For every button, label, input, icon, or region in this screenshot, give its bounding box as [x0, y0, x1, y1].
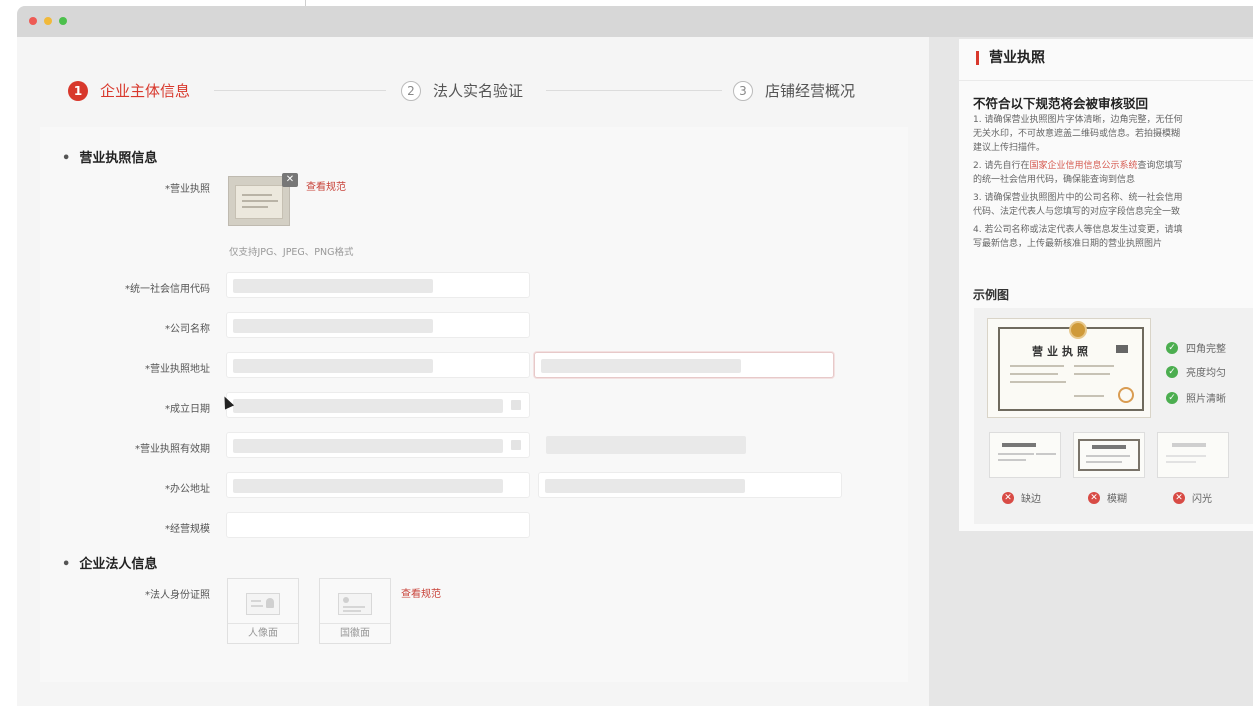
company-name-label: *公司名称: [165, 324, 210, 335]
example-title: 示例图: [973, 288, 1010, 302]
license-validity-end-picker[interactable]: [546, 436, 746, 454]
rule-line: 4. 若公司名称或法定代表人等信息发生过变更，请填: [973, 225, 1183, 235]
step-2[interactable]: 2 法人实名验证: [401, 80, 523, 101]
format-hint: 仅支持JPG、JPEG、PNG格式: [229, 247, 354, 258]
step-1-label: 企业主体信息: [100, 82, 191, 100]
id-portrait-icon: [246, 593, 280, 615]
check-even-brightness: ✓ 亮度均匀: [1166, 364, 1226, 379]
office-address-detail-input[interactable]: [538, 472, 842, 498]
license-view-spec-link[interactable]: 查看规范: [306, 178, 346, 193]
id-front-caption: 人像面: [228, 623, 298, 643]
bad-glare: ✕ 闪光: [1173, 490, 1212, 505]
check-icon: ✓: [1166, 391, 1178, 404]
legal-section-title: 企业法人信息: [62, 553, 157, 572]
id-back-caption: 国徽面: [320, 623, 390, 643]
license-address-label: *营业执照地址: [145, 364, 210, 375]
check-clear-photo: ✓ 照片清晰: [1166, 390, 1226, 405]
id-emblem-icon: [338, 593, 372, 615]
guide-divider: [959, 80, 1253, 81]
business-scale-select[interactable]: [226, 512, 530, 538]
bad-example-glare: [1157, 432, 1229, 478]
step-2-label: 法人实名验证: [433, 82, 524, 100]
license-validity-start-picker[interactable]: [226, 432, 530, 458]
established-date-label: *成立日期: [165, 404, 210, 415]
step-1[interactable]: 1 企业主体信息: [68, 80, 190, 101]
guide-title: 营业执照: [976, 51, 1045, 65]
established-date-picker[interactable]: [226, 392, 530, 418]
step-connector-2: [546, 90, 722, 91]
id-front-upload[interactable]: 人像面: [227, 578, 299, 644]
license-thumbnail[interactable]: [228, 176, 290, 226]
step-3-label: 店铺经营概况: [765, 82, 856, 100]
error-icon: ✕: [1173, 491, 1185, 504]
license-validity-label: *营业执照有效期: [135, 444, 210, 455]
maximize-window-button[interactable]: [59, 17, 67, 25]
bad-example-missing-edge: [989, 432, 1061, 478]
rule-line: 无关水印，不可故意遮盖二维码或信息。若拍摄模糊: [973, 129, 1181, 139]
license-upload-label: *营业执照: [165, 184, 210, 195]
legal-id-label: *法人身份证照: [145, 590, 210, 601]
error-icon: ✕: [1088, 491, 1100, 504]
check-complete-corners: ✓ 四角完整: [1166, 340, 1226, 355]
guide-subtitle: 不符合以下规范将会被审核驳回: [973, 96, 1149, 111]
check-icon: ✓: [1166, 365, 1178, 378]
rule-line: 代码、法定代表人与您填写的对应字段信息完全一致: [973, 207, 1181, 217]
remove-image-icon[interactable]: ✕: [282, 173, 298, 187]
bad-missing-edge: ✕ 缺边: [1002, 490, 1041, 505]
license-address-detail-input[interactable]: [534, 352, 834, 378]
company-name-input[interactable]: [226, 312, 530, 338]
credit-system-link[interactable]: 国家企业信用信息公示系统: [1029, 161, 1137, 171]
sample-license-image: 营业执照: [987, 318, 1151, 418]
window-titlebar: [17, 6, 1253, 37]
bad-example-blurry: [1073, 432, 1145, 478]
bad-blurry: ✕ 模糊: [1088, 490, 1127, 505]
step-3[interactable]: 3 店铺经营概况: [733, 80, 855, 101]
office-address-province-select[interactable]: [226, 472, 530, 498]
step-1-number: 1: [68, 80, 88, 101]
rule-line: 的统一社会信用代码，确保能查询到信息: [973, 175, 1136, 185]
rule-line: 写最新信息，上传最新核准日期的营业执照图片: [973, 239, 1163, 249]
license-emblem: [1069, 321, 1087, 339]
minimize-window-button[interactable]: [44, 17, 52, 25]
calendar-icon: [511, 440, 521, 450]
error-icon: ✕: [1002, 491, 1014, 504]
step-connector-1: [214, 90, 386, 91]
official-seal: [1118, 387, 1134, 403]
qr-code-icon: [1116, 345, 1128, 353]
office-address-label: *办公地址: [165, 484, 210, 495]
step-3-number: 3: [733, 80, 753, 101]
rule-line: 建议上传扫描件。: [973, 143, 1046, 153]
license-thumbnail-paper: [235, 185, 283, 219]
calendar-icon: [511, 400, 521, 410]
id-view-spec-link[interactable]: 查看规范: [401, 585, 441, 600]
rule-line: 3. 请确保营业执照图片中的公司名称、统一社会信用: [973, 193, 1183, 203]
sample-license-title: 营业执照: [1032, 345, 1092, 358]
rule-line: 1. 请确保营业执照图片字体清晰，边角完整，无任何: [973, 115, 1183, 125]
step-2-number: 2: [401, 80, 421, 101]
id-back-upload[interactable]: 国徽面: [319, 578, 391, 644]
check-icon: ✓: [1166, 341, 1178, 354]
license-section-title: 营业执照信息: [62, 147, 157, 166]
close-window-button[interactable]: [29, 17, 37, 25]
credit-code-input[interactable]: [226, 272, 530, 298]
rule-line: 2. 请先自行在国家企业信用信息公示系统查询您填写: [973, 161, 1183, 171]
credit-code-label: *统一社会信用代码: [125, 284, 210, 295]
license-address-province-select[interactable]: [226, 352, 530, 378]
business-scale-label: *经营规模: [165, 524, 210, 535]
